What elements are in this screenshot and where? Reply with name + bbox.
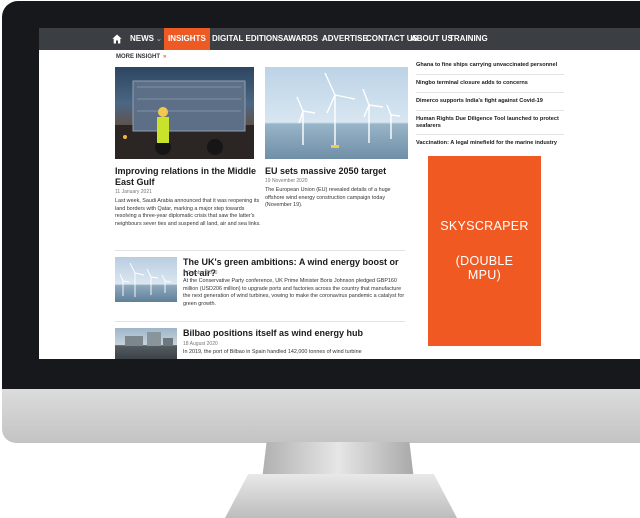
double-chevron-right-icon: »	[163, 54, 167, 60]
article-summary: In 2019, the port of Bilbao in Spain han…	[183, 349, 362, 355]
ad-label: (DOUBLE MPU)	[455, 254, 514, 282]
nav-item-about-us[interactable]: ABOUT US	[411, 28, 453, 50]
article-date: 19 November 2020	[265, 178, 308, 184]
nav-item-awards[interactable]: AWARDS ⌄	[283, 28, 326, 50]
skyscraper-ad[interactable]: SKYSCRAPER (DOUBLE MPU)	[428, 156, 541, 346]
ad-label: SKYSCRAPER	[440, 219, 529, 233]
sidebar-headline[interactable]: Ghana to fine ships carrying unvaccinate…	[416, 62, 564, 69]
article-title[interactable]: Improving relations in the Middle East G…	[115, 166, 260, 188]
chevron-down-icon: ⌄	[156, 36, 162, 43]
article-image-truck[interactable]	[115, 67, 254, 159]
divider	[115, 250, 405, 251]
nav-item-news[interactable]: NEWS ⌄	[130, 28, 162, 50]
article-summary: The European Union (EU) revealed details…	[265, 187, 391, 208]
article-image-wind-farm[interactable]	[265, 67, 408, 159]
nav-item-digital-editions[interactable]: DIGITAL EDITIONS ⌄	[212, 28, 291, 50]
article-title[interactable]: EU sets massive 2050 target	[265, 166, 415, 177]
sidebar-headline[interactable]: Human Rights Due Diligence Tool launched…	[416, 116, 564, 130]
sidebar-headline[interactable]: Vaccination: A legal minefield for the m…	[416, 140, 564, 147]
article-summary: Last week, Saudi Arabia announced that i…	[115, 198, 261, 227]
sidebar-headline[interactable]: Dimerco supports India's fight against C…	[416, 98, 564, 105]
divider	[115, 321, 405, 322]
main-nav: NEWS ⌄ INSIGHTS DIGITAL EDITIONS ⌄ AWARDS ⌄…	[39, 28, 640, 50]
browser-screen: NEWS ⌄ INSIGHTS DIGITAL EDITIONS ⌄ AWARDS ⌄…	[39, 28, 640, 359]
sidebar-headline[interactable]: Ningbo terminal closure adds to concerns	[416, 80, 564, 87]
divider	[416, 92, 564, 93]
monitor-stand-base	[225, 474, 457, 518]
divider	[416, 110, 564, 111]
monitor-chin	[2, 389, 640, 443]
article-date: 7 October 2020	[183, 270, 218, 276]
article-date: 18 August 2020	[183, 341, 218, 347]
nav-item-insights[interactable]: INSIGHTS	[164, 28, 210, 50]
article-summary: At the Conservative Party conference, UK…	[183, 278, 405, 307]
nav-item-advertise[interactable]: ADVERTISE	[322, 28, 368, 50]
section-label: MORE INSIGHT»	[116, 54, 167, 60]
divider	[416, 134, 564, 135]
article-image-offshore-turbines[interactable]	[115, 257, 177, 302]
home-icon[interactable]	[112, 34, 122, 44]
nav-item-training[interactable]: TRAINING	[449, 28, 488, 50]
article-image-port[interactable]	[115, 328, 177, 359]
article-date: 11 January 2021	[115, 189, 152, 195]
article-title[interactable]: Bilbao positions itself as wind energy h…	[183, 328, 408, 339]
divider	[416, 74, 564, 75]
